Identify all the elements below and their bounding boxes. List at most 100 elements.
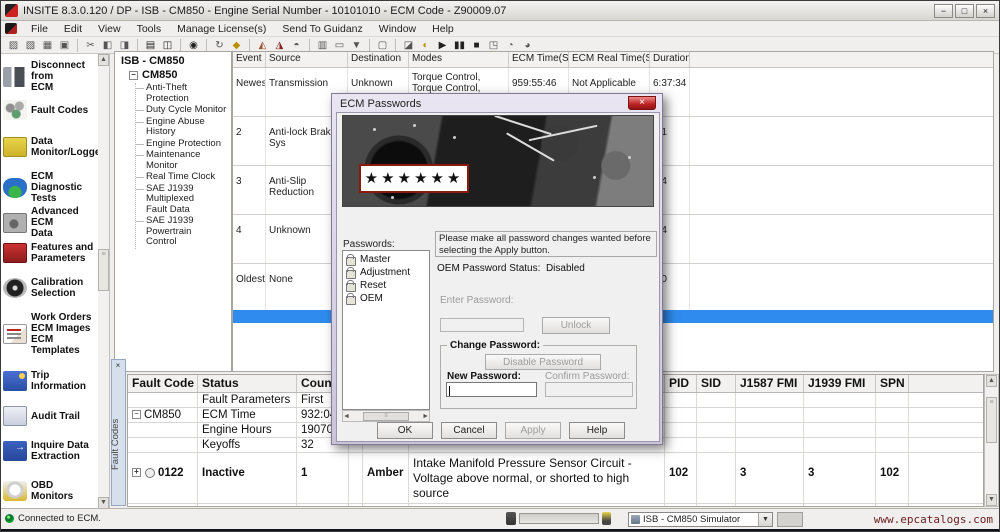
col-source[interactable]: Source [266,52,348,67]
unlock-button[interactable]: Unlock [542,317,610,334]
tree-item-real-time-clock[interactable]: Real Time Clock [136,171,231,184]
col-event[interactable]: Event [233,52,266,67]
expander-minus-icon[interactable]: − [129,70,138,80]
new-password-input[interactable] [446,382,537,397]
sidebar-item-inquire-data-extraction[interactable]: Inquire Data Extraction [3,440,97,462]
tree-item-engine-abuse[interactable]: Engine Abuse History [136,116,231,139]
password-item-reset[interactable]: Reset [346,279,429,292]
scroll-up-icon[interactable]: ▲ [98,54,109,66]
scrollbar-thumb[interactable]: ≡ [363,411,409,421]
chevron-down-icon[interactable]: ▼ [758,513,772,526]
col-spn[interactable]: SPN [876,375,909,392]
sidebar-item-fault-codes[interactable]: Fault Codes [3,100,97,120]
change-password-label: Change Password: [447,340,544,351]
sidebar-item-trip-information[interactable]: Trip Information [3,370,97,392]
col-duration[interactable]: Duration [650,52,690,67]
password-item-oem[interactable]: OEM [346,292,429,305]
menu-edit[interactable]: Edit [56,22,90,36]
menu-send-to-guidanz[interactable]: Send To Guidanz [274,22,370,36]
image-viewer-icon[interactable]: ▣ [56,38,73,53]
tree-item-maintenance-monitor[interactable]: Maintenance Monitor [136,149,231,172]
scroll-right-icon[interactable]: ► [422,413,429,420]
menu-tools[interactable]: Tools [129,22,170,36]
status-blank-button[interactable] [777,512,803,527]
work-orders-icon [3,324,27,344]
col-sid[interactable]: SID [697,375,736,392]
col-j1587-fmi[interactable]: J1587 FMI [736,375,804,392]
sidebar-item-ecm-diagnostic-tests[interactable]: ECM Diagnostic Tests [3,171,97,204]
sidebar-item-work-orders[interactable]: Work Orders ECM Images ECM Templates [3,312,97,356]
passwords-list[interactable]: Master Adjustment Reset OEM [342,250,430,410]
col-pid[interactable]: PID [665,375,697,392]
confirm-password-input[interactable] [545,382,633,397]
sidebar-item-calibration-selection[interactable]: Calibration Selection [3,277,97,299]
col-j1939-fmi[interactable]: J1939 FMI [804,375,876,392]
apply-button[interactable]: Apply [505,422,561,439]
col-modes[interactable]: Modes [409,52,509,67]
menu-help[interactable]: Help [424,22,462,36]
progress-bar [519,513,599,524]
minimize-button[interactable]: − [934,4,953,18]
scroll-left-icon[interactable]: ◄ [343,413,350,420]
menu-file[interactable]: File [23,22,56,36]
sidebar-scrollbar[interactable]: ▲ ≡ ▼ [98,54,110,509]
menu-view[interactable]: View [90,22,129,36]
cancel-button[interactable]: Cancel [441,422,497,439]
simulator-dropdown[interactable]: ISB - CM850 Simulator ▼ [628,512,773,527]
col-destination[interactable]: Destination [348,52,409,67]
sidebar-item-data-monitor-logger[interactable]: Data Monitor/Logger [3,136,104,158]
menu-manage-licenses[interactable]: Manage License(s) [169,22,274,36]
close-button[interactable]: × [976,4,995,18]
col-ecm-real-time-start[interactable]: ECM Real Time(Start) [569,52,650,67]
scrollbar-thumb[interactable]: ≡ [98,249,109,291]
workspace-save-icon[interactable]: ▧ [22,38,39,53]
sidebar-item-audit-trail[interactable]: Audit Trail [3,406,97,426]
expander-plus-icon[interactable]: + [132,468,141,478]
toolbar-separator [249,38,250,52]
help-button[interactable]: Help [569,422,625,439]
sidebar-item-obd-monitors[interactable]: OBD Monitors [3,480,97,502]
connection-status-icon [5,514,14,523]
password-item-adjustment[interactable]: Adjustment [346,266,429,279]
tree-item-anti-theft[interactable]: Anti-Theft Protection [136,82,231,105]
fault-codes-vertical-tab[interactable]: Fault Codes [110,389,126,499]
col-fault-code[interactable]: Fault Code [128,375,198,392]
status-bar: Connected to ECM. ISB - CM850 Simulator … [1,508,999,529]
fault-codes-icon [3,100,27,120]
toolbar-separator [180,38,181,52]
lock-icon [346,253,356,266]
scroll-up-icon[interactable]: ▲ [986,375,997,387]
col-ecm-time-start[interactable]: ECM Time(Start) [509,52,569,67]
scroll-down-icon[interactable]: ▼ [986,494,997,506]
disable-password-button[interactable]: Disable Password [485,354,601,370]
col-status[interactable]: Status [198,375,297,392]
confirm-password-label: Confirm Password: [545,371,630,382]
new-password-label: New Password: [447,371,521,382]
oem-status-label: OEM Password Status: [437,263,541,274]
workspace-open-icon[interactable]: ▨ [5,38,22,53]
tree-item-j1939-powertrain[interactable]: SAE J1939 Powertrain Control [136,215,231,249]
fault-row-partial[interactable]: Accelerator Pedal or Lever Position Vali… [128,504,983,506]
tree-item-j1939-multiplexed[interactable]: SAE J1939 Multiplexed Fault Data [136,183,231,217]
audit-trail-icon [3,406,27,426]
maximize-button[interactable]: □ [955,4,974,18]
passwords-list-scrollbar[interactable]: ◄ ≡ ► [342,410,430,422]
enter-password-input[interactable] [440,318,524,332]
tree-node-cm850[interactable]: − CM850 [129,69,231,81]
password-item-master[interactable]: Master [346,253,429,266]
fault-table-scrollbar[interactable]: ▲ ≡ ▼ [984,374,999,507]
expander-minus-icon[interactable]: − [132,410,141,420]
sidebar-item-disconnect-from-ecm[interactable]: Disconnect from ECM [3,60,97,93]
fault-row-0122[interactable]: +0122 Inactive 1 Amber Intake Manifold P… [128,453,983,504]
ok-button[interactable]: OK [377,422,433,439]
scrollbar-thumb[interactable]: ≡ [986,397,997,443]
workspace-delete-icon[interactable]: ▦ [39,38,56,53]
cut-icon[interactable]: ✂ [82,38,99,53]
pane-close-icon[interactable]: × [112,361,124,372]
sidebar-item-advanced-ecm-data[interactable]: Advanced ECM Data [3,206,97,239]
dialog-close-icon[interactable]: × [628,96,656,110]
menu-window[interactable]: Window [371,22,424,36]
sidebar-item-features-and-parameters[interactable]: Features and Parameters [3,242,97,264]
tree-item-duty-cycle[interactable]: Duty Cycle Monitor [136,104,231,117]
tree-root-label: ISB - CM850 [121,55,185,67]
